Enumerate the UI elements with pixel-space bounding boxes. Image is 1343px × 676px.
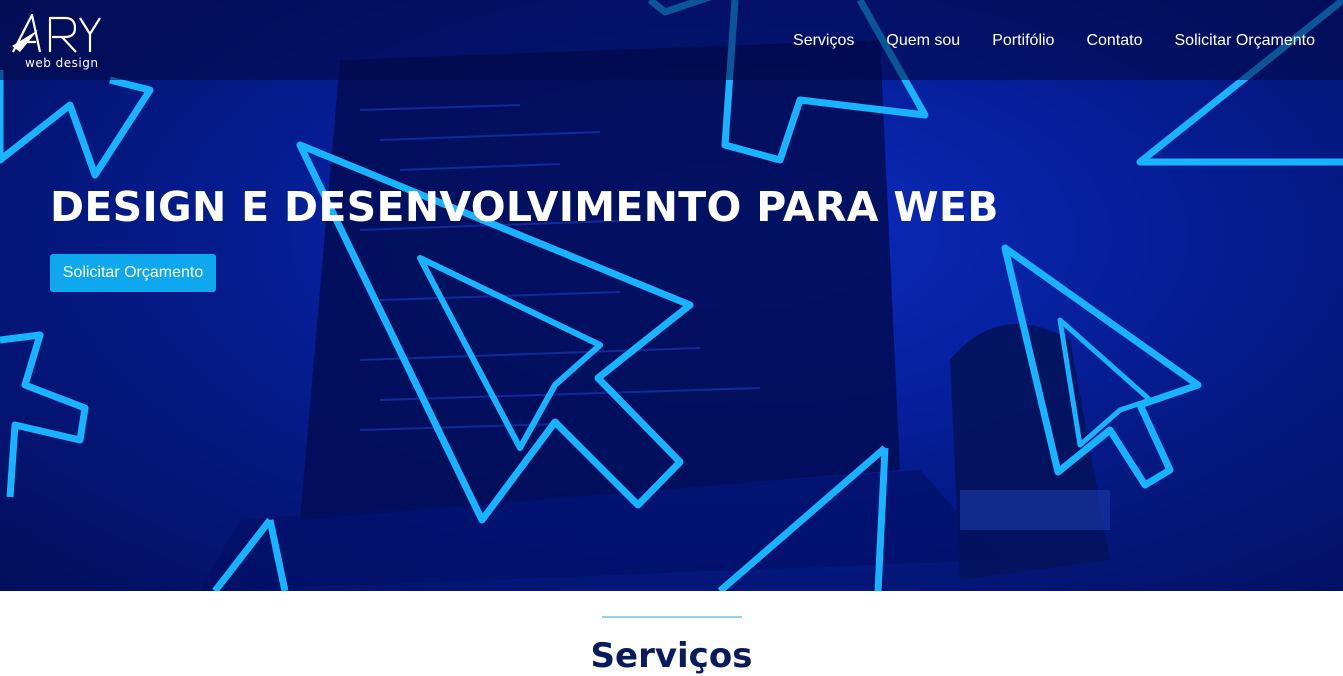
top-navbar: web design Serviços Quem sou Portifólio … [0,0,1343,80]
hero-background-image [0,0,1343,591]
nav-link-quem-sou[interactable]: Quem sou [886,30,960,52]
logo-subtitle: web design [25,56,99,70]
nav-link-portifolio[interactable]: Portifólio [992,30,1054,52]
nav-link-servicos[interactable]: Serviços [793,30,854,52]
request-quote-button[interactable]: Solicitar Orçamento [50,254,216,292]
main-nav: Serviços Quem sou Portifólio Contato Sol… [793,30,1315,52]
section-divider [602,616,742,618]
services-section-title: Serviços [590,636,753,676]
nav-link-solicitar-orcamento[interactable]: Solicitar Orçamento [1175,30,1316,52]
hero-section: web design Serviços Quem sou Portifólio … [0,0,1343,591]
nav-link-contato[interactable]: Contato [1086,30,1142,52]
hero-title: DESIGN E DESENVOLVIMENTO PARA WEB [50,183,999,231]
